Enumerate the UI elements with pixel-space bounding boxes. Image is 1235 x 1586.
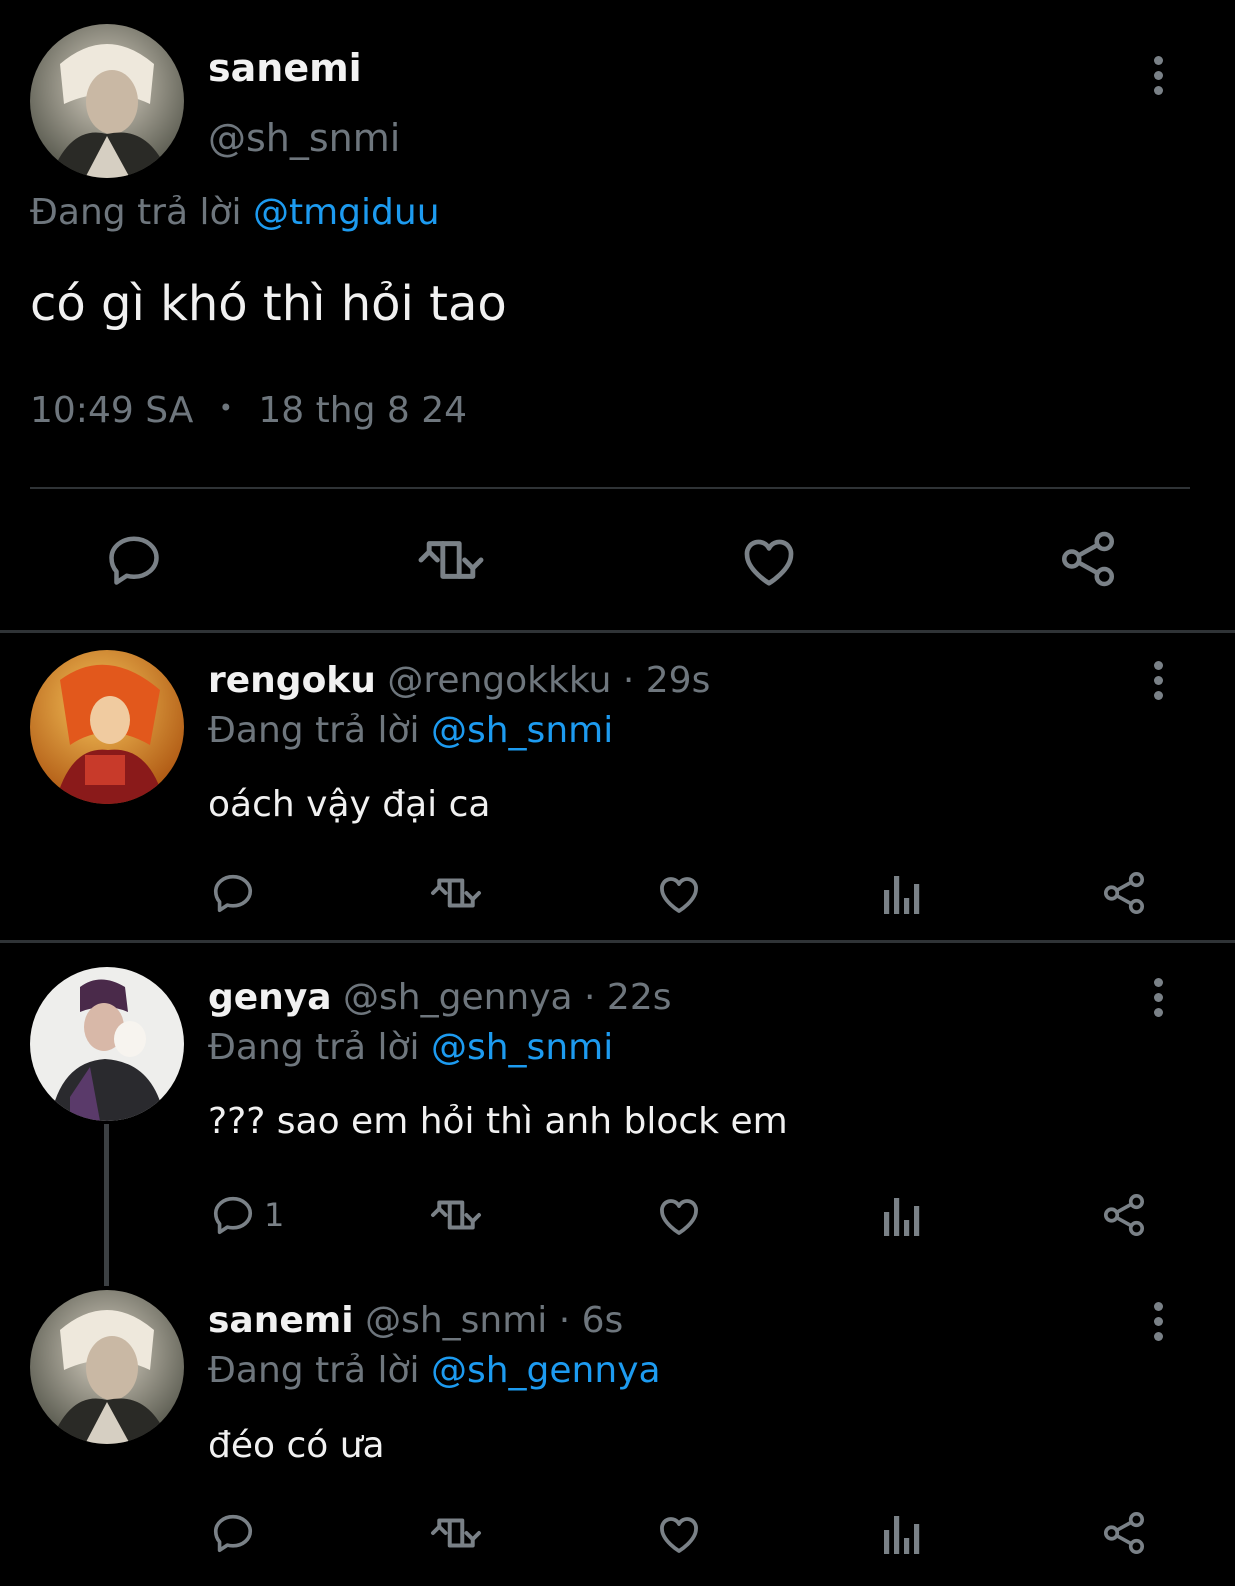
avatar[interactable] [30, 967, 184, 1121]
retweet-icon[interactable] [430, 870, 482, 916]
tweet-text: có gì khó thì hỏi tao [30, 276, 507, 332]
tweet-text: đéo có ưa [208, 1425, 385, 1466]
reply-to-link[interactable]: @sh_snmi [431, 710, 613, 751]
reply-prefix: Đang trả lời [208, 1027, 420, 1068]
reply-prefix: Đang trả lời [30, 192, 242, 233]
more-icon[interactable] [1152, 1302, 1164, 1341]
tweet-header: genya @sh_gennya · 22s [208, 977, 672, 1018]
reply-icon[interactable] [210, 1510, 256, 1556]
tweet-text: oách vậy đại ca [208, 784, 491, 825]
views-icon[interactable] [882, 1194, 922, 1236]
tweet-header: sanemi @sh_snmi · 6s [208, 1300, 623, 1341]
tweet-header: rengoku @rengokkku · 29s [208, 660, 710, 701]
display-name[interactable]: sanemi [208, 46, 362, 90]
share-icon[interactable] [1101, 1191, 1147, 1239]
handle-and-time[interactable]: @sh_snmi · 6s [365, 1300, 623, 1341]
avatar[interactable] [30, 24, 184, 178]
date: 18 thg 8 24 [258, 390, 468, 431]
share-icon[interactable] [1101, 869, 1147, 917]
like-icon[interactable] [738, 530, 800, 590]
views-icon[interactable] [882, 872, 922, 914]
like-icon[interactable] [655, 1192, 703, 1238]
separator-line [30, 487, 1190, 489]
handle[interactable]: @sh_snmi [208, 116, 400, 160]
more-icon[interactable] [1152, 56, 1164, 95]
divider [0, 630, 1235, 633]
reply-context: Đang trả lời @tmgiduu [30, 192, 440, 233]
reply-icon[interactable] [210, 1192, 256, 1238]
avatar[interactable] [30, 1290, 184, 1444]
separator: • [218, 394, 233, 422]
like-icon[interactable] [655, 870, 703, 916]
reply-icon[interactable] [104, 530, 164, 590]
more-icon[interactable] [1152, 661, 1164, 700]
handle-and-time[interactable]: @rengokkku · 29s [387, 660, 710, 701]
display-name[interactable]: genya [208, 977, 332, 1018]
tweet-text: ??? sao em hỏi thì anh block em [208, 1101, 788, 1142]
avatar[interactable] [30, 650, 184, 804]
reply-to-link[interactable]: @tmgiduu [253, 192, 440, 233]
handle-and-time[interactable]: @sh_gennya · 22s [343, 977, 671, 1018]
more-icon[interactable] [1152, 978, 1164, 1017]
display-name[interactable]: rengoku [208, 660, 376, 701]
reply-count: 1 [264, 1196, 285, 1234]
views-icon[interactable] [882, 1512, 922, 1554]
reply-to-link[interactable]: @sh_gennya [431, 1350, 661, 1391]
reply-context: Đang trả lời @sh_snmi [208, 1027, 613, 1068]
retweet-icon[interactable] [430, 1510, 482, 1556]
reply-context: Đang trả lời @sh_gennya [208, 1350, 661, 1391]
retweet-icon[interactable] [418, 530, 484, 590]
share-icon[interactable] [1101, 1509, 1147, 1557]
reply-icon[interactable] [210, 870, 256, 916]
like-icon[interactable] [655, 1510, 703, 1556]
thread-line [104, 1124, 109, 1286]
divider [0, 940, 1235, 943]
timestamp[interactable]: 10:49 SA • 18 thg 8 24 [30, 390, 467, 431]
reply-prefix: Đang trả lời [208, 710, 420, 751]
retweet-icon[interactable] [430, 1192, 482, 1238]
reply-prefix: Đang trả lời [208, 1350, 420, 1391]
share-icon[interactable] [1058, 528, 1118, 590]
reply-context: Đang trả lời @sh_snmi [208, 710, 613, 751]
reply-to-link[interactable]: @sh_snmi [431, 1027, 613, 1068]
display-name[interactable]: sanemi [208, 1300, 354, 1341]
time: 10:49 SA [30, 390, 194, 431]
